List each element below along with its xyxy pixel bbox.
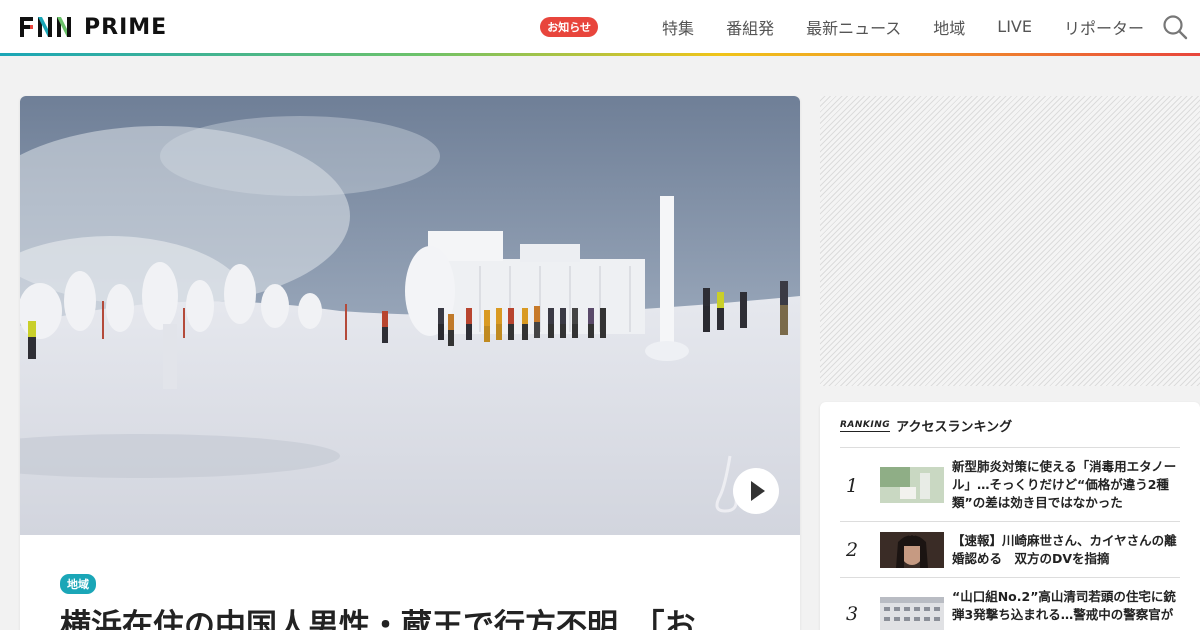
rank-number: 1 — [846, 475, 859, 497]
search-icon[interactable] — [1162, 14, 1188, 40]
nav-item-reporters[interactable]: リポーター — [1064, 15, 1144, 39]
nav-item-features[interactable]: 特集 — [662, 15, 694, 39]
main-nav: お知らせ 特集 番組発 最新ニュース 地域 LIVE リポーター — [540, 0, 1144, 53]
rank-thumbnail[interactable] — [880, 597, 944, 630]
header-gradient-bar — [0, 53, 1200, 56]
rank-number: 2 — [846, 539, 859, 561]
ranking-title: アクセスランキング — [896, 420, 1013, 435]
ranking-item-1[interactable]: 1 新型肺炎対策に使える「消毒用エタノール」…そっくりだけど“価格が違う2種類”… — [840, 447, 1180, 521]
article-headline[interactable]: 横浜在住の中国人男性・蔵王で行方不明 「お — [60, 600, 800, 630]
nav-item-latest-news[interactable]: 最新ニュース — [806, 15, 901, 39]
ranking-list: 1 新型肺炎対策に使える「消毒用エタノール」…そっくりだけど“価格が違う2種類”… — [840, 447, 1180, 630]
logo-text: PRIME — [84, 14, 168, 40]
ranking-item-2[interactable]: 2 【速報】川崎麻世さん、カイヤさんの離婚認める 双方のDVを指摘 — [840, 521, 1180, 577]
notice-badge[interactable]: お知らせ — [540, 16, 599, 37]
nav-item-live[interactable]: LIVE — [997, 17, 1032, 36]
rank-headline[interactable]: 新型肺炎対策に使える「消毒用エタノール」…そっくりだけど“価格が違う2種類”の差… — [952, 458, 1184, 512]
region-badge[interactable]: 地域 — [60, 574, 96, 594]
site-logo[interactable]: PRIME — [20, 14, 167, 40]
rank-thumbnail[interactable] — [880, 532, 944, 568]
site-header: PRIME お知らせ 特集 番組発 最新ニュース 地域 LIVE リポーター — [0, 0, 1200, 56]
rank-headline[interactable]: 【速報】川崎麻世さん、カイヤさんの離婚認める 双方のDVを指摘 — [952, 532, 1184, 568]
rank-thumbnail[interactable] — [880, 467, 944, 503]
ad-placeholder — [820, 96, 1200, 386]
ranking-header: RANKING アクセスランキング — [840, 416, 1012, 435]
fnn-logo-mark — [20, 16, 82, 38]
article-hero-image[interactable] — [20, 96, 800, 535]
nav-item-programs[interactable]: 番組発 — [726, 15, 774, 39]
play-icon[interactable] — [733, 468, 779, 514]
nav-item-region[interactable]: 地域 — [933, 15, 965, 39]
rank-number: 3 — [846, 603, 859, 625]
ranking-item-3[interactable]: 3 “山口組No.2”高山清司若頭の住宅に銃弾3発撃ち込まれる…警戒中の警察官が — [840, 577, 1180, 630]
ranking-logo: RANKING — [840, 419, 891, 432]
rank-headline[interactable]: “山口組No.2”高山清司若頭の住宅に銃弾3発撃ち込まれる…警戒中の警察官が — [952, 588, 1184, 624]
access-ranking: RANKING アクセスランキング 1 新型肺炎対策に使える「消毒用エタノール」… — [820, 402, 1200, 630]
featured-article-card[interactable]: 地域 横浜在住の中国人男性・蔵王で行方不明 「お — [20, 96, 800, 630]
